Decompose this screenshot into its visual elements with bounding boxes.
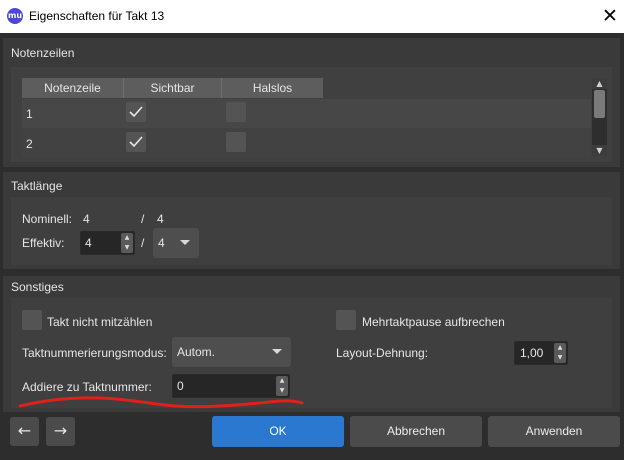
check-icon [129,136,143,148]
layout-stretch-label: Layout-Dehnung: [336,346,429,360]
layout-stretch-value: 1,00 [520,346,544,360]
scroll-up-icon[interactable]: ▲ [592,78,607,89]
check-icon [129,106,143,118]
actual-denominator-value: 4 [158,236,165,250]
break-mmrest-label: Mehrtaktpause aufbrechen [362,315,505,329]
apply-button[interactable]: Anwenden [488,416,620,447]
spin-up-icon[interactable]: ▲ [276,376,288,386]
spin-arrows[interactable]: ▲ ▼ [554,343,566,363]
spin-arrows[interactable]: ▲ ▼ [121,233,133,253]
table-row[interactable] [22,99,591,128]
spin-up-icon[interactable]: ▲ [121,233,133,243]
nominal-numerator: 4 [83,212,90,226]
staff-number: 1 [26,107,33,121]
nominal-label: Nominell: [22,212,73,226]
column-header-stemless[interactable]: Halslos [222,78,323,98]
exclude-from-count-checkbox[interactable] [22,310,42,330]
exclude-from-count-label: Takt nicht mitzählen [47,315,153,329]
numbering-mode-label: Taktnummerierungsmodus: [22,346,167,360]
stemless-checkbox[interactable] [226,102,246,122]
break-mmrest-checkbox[interactable] [336,310,356,330]
cancel-button[interactable]: Abbrechen [350,416,482,447]
scrollbar-thumb[interactable] [594,90,605,118]
actual-numerator-spinbox[interactable]: 4 ▲ ▼ [80,231,135,255]
column-header-visible[interactable]: Sichtbar [124,78,222,98]
visible-checkbox[interactable] [126,102,146,122]
scroll-down-icon[interactable]: ▼ [592,145,607,156]
chevron-down-icon [272,349,282,354]
nominal-slash: / [141,212,145,226]
numbering-mode-combo[interactable]: Autom. [172,337,291,367]
table-row[interactable] [22,128,591,157]
actual-numerator-value: 4 [85,236,92,250]
actual-denominator-combo[interactable]: 4 [153,228,199,258]
previous-measure-button[interactable]: ← [10,417,39,446]
other-section-title: Sonstiges [11,280,64,294]
chevron-down-icon [180,240,190,245]
actual-slash: / [141,236,145,250]
measure-length-title: Taktlänge [11,179,63,193]
column-header-staff[interactable]: Notenzeile [22,78,124,98]
close-icon[interactable]: ✕ [598,4,622,28]
next-measure-button[interactable]: → [46,417,75,446]
title-bar: mu Eigenschaften für Takt 13 ✕ [0,0,624,33]
staff-number: 2 [26,137,33,151]
staves-section-title: Notenzeilen [11,46,75,60]
window-title: Eigenschaften für Takt 13 [29,9,165,23]
nominal-denominator: 4 [157,212,164,226]
visible-checkbox[interactable] [126,132,146,152]
stemless-checkbox[interactable] [226,132,246,152]
layout-stretch-spinbox[interactable]: 1,00 ▲ ▼ [514,341,568,365]
musescore-logo-icon: mu [7,8,23,24]
spin-up-icon[interactable]: ▲ [554,343,566,353]
ok-button[interactable]: OK [212,416,344,447]
actual-label: Effektiv: [22,236,65,250]
spin-down-icon[interactable]: ▼ [554,353,566,363]
spin-down-icon[interactable]: ▼ [121,243,133,253]
numbering-mode-value: Autom. [177,345,216,359]
